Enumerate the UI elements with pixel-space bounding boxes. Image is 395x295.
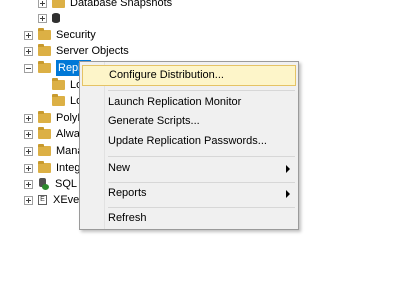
tree-node-sql-server-agent[interactable]: SQL S bbox=[24, 176, 87, 192]
folder-icon bbox=[38, 111, 51, 123]
tree-node-xevent-profiler[interactable]: E XEven bbox=[24, 192, 85, 208]
menu-separator bbox=[108, 156, 295, 157]
expand-icon[interactable] bbox=[24, 30, 33, 40]
menu-separator bbox=[108, 90, 295, 91]
expand-icon[interactable] bbox=[24, 179, 33, 189]
menu-item-label: Update Replication Passwords... bbox=[108, 135, 267, 147]
expand-icon[interactable] bbox=[38, 13, 47, 23]
expand-icon[interactable] bbox=[24, 129, 33, 139]
folder-icon bbox=[52, 78, 65, 90]
tree-node-local-publications[interactable]: Lo bbox=[52, 77, 82, 93]
collapse-icon[interactable] bbox=[24, 63, 33, 73]
menu-item-refresh[interactable]: Refresh bbox=[82, 208, 296, 229]
tree-node-label: Server Objects bbox=[56, 45, 129, 57]
expand-icon[interactable] bbox=[24, 113, 33, 123]
tree-node-always-on[interactable]: Alway bbox=[24, 126, 85, 142]
expand-icon[interactable] bbox=[24, 46, 33, 56]
folder-icon bbox=[52, 0, 65, 8]
menu-item-new[interactable]: New bbox=[82, 158, 296, 179]
folder-icon bbox=[52, 94, 65, 106]
sql-agent-icon bbox=[38, 178, 50, 190]
database-icon bbox=[52, 13, 60, 23]
menu-item-label: New bbox=[108, 162, 131, 174]
folder-icon bbox=[38, 61, 51, 73]
menu-item-label: Refresh bbox=[108, 212, 147, 224]
folder-icon bbox=[38, 161, 51, 173]
tree-node-management[interactable]: Mana bbox=[24, 143, 84, 159]
tree-node-local-subscriptions[interactable]: Lo bbox=[52, 93, 82, 109]
folder-icon bbox=[38, 127, 51, 139]
tree-node-server-objects[interactable]: Server Objects bbox=[24, 43, 129, 59]
menu-item-label: Reports bbox=[108, 187, 147, 199]
menu-item-label: Launch Replication Monitor bbox=[108, 96, 242, 108]
menu-item-configure-distribution[interactable]: Configure Distribution... bbox=[82, 65, 296, 86]
replication-context-menu: Configure Distribution... Launch Replica… bbox=[79, 61, 299, 230]
menu-item-reports[interactable]: Reports bbox=[82, 183, 296, 204]
xevent-icon: E bbox=[38, 195, 47, 205]
menu-item-generate-scripts[interactable]: Generate Scripts... bbox=[82, 111, 296, 132]
menu-item-label: Configure Distribution... bbox=[109, 69, 224, 81]
tree-node-polybase[interactable]: PolyB bbox=[24, 110, 85, 126]
folder-icon bbox=[38, 144, 51, 156]
chevron-right-icon bbox=[286, 165, 290, 173]
tree-node-security[interactable]: Security bbox=[24, 27, 96, 43]
menu-item-label: Generate Scripts... bbox=[108, 115, 200, 127]
menu-item-launch-replication-monitor[interactable]: Launch Replication Monitor bbox=[82, 92, 296, 113]
tree-node-integration-services[interactable]: Integr bbox=[24, 160, 84, 176]
expand-icon[interactable] bbox=[24, 146, 33, 156]
expand-icon[interactable] bbox=[24, 163, 33, 173]
folder-icon bbox=[38, 28, 51, 40]
chevron-right-icon bbox=[286, 190, 290, 198]
tree-node-label: Database Snapshots bbox=[70, 0, 173, 9]
tree-node-database[interactable] bbox=[38, 10, 65, 26]
tree-node-label: Security bbox=[56, 29, 96, 41]
expand-icon[interactable] bbox=[38, 0, 47, 8]
menu-item-update-replication-passwords[interactable]: Update Replication Passwords... bbox=[82, 131, 296, 152]
folder-icon bbox=[38, 44, 51, 56]
expand-icon[interactable] bbox=[24, 195, 33, 205]
